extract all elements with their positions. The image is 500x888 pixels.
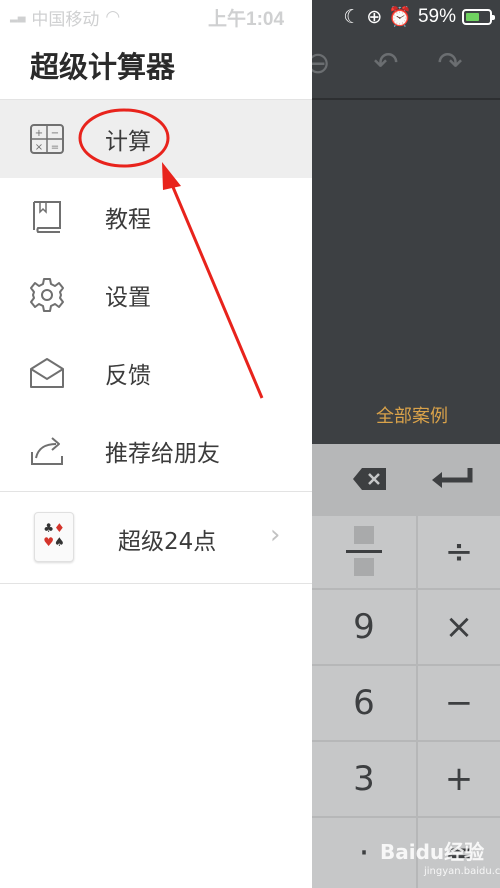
enter-icon[interactable] [428,462,478,496]
app-title: 超级计算器 [30,50,176,84]
status-right: ☾ ⊕ ⏰ 59% [343,2,495,32]
battery-nub [492,15,495,20]
game-label: 超级24点 [118,529,217,555]
navigation-drawer: ▂▄ 中国移动 ◠ 上午1:04 超级计算器 + − × = 计算 教程 设置 … [0,0,312,888]
keypad: ÷ 9 × 6 − 3 + · = [312,444,500,888]
divide-key[interactable]: ÷ [418,516,500,588]
menu-item-feedback[interactable]: 反馈 [0,334,312,412]
battery-percent: 59% [417,6,456,27]
display-divider [312,98,500,100]
alarm-icon: ⏰ [388,7,412,28]
nine-key[interactable]: 9 [312,590,416,664]
menu-item-share[interactable]: 推荐给朋友 [0,412,312,490]
status-left: ▂▄ 中国移动 ◠ [10,4,120,30]
redo-icon[interactable]: ↷ [430,44,470,84]
minus-key[interactable]: − [418,666,500,740]
book-icon [28,198,66,236]
divider [0,583,312,584]
backspace-icon[interactable] [350,462,390,496]
menu-item-settings[interactable]: 设置 [0,256,312,334]
svg-text:×: × [35,142,43,153]
chevron-right-icon: › [270,520,281,550]
menu-item-label: 设置 [105,285,151,311]
game-promo-row[interactable]: ♣♦ ♥♠ 超级24点 › [0,492,312,584]
moon-icon: ☾ [343,6,361,28]
menu-item-label: 推荐给朋友 [105,441,220,467]
fraction-key[interactable] [312,516,416,588]
menu-item-label: 计算 [105,129,151,155]
watermark: Baidu经验 [380,840,485,864]
multiply-key[interactable]: × [418,590,500,664]
three-key[interactable]: 3 [312,742,416,816]
battery-icon [462,9,495,25]
svg-text:−: − [51,128,59,139]
carrier-name: 中国移动 [31,9,100,30]
share-icon [28,432,66,470]
svg-text:+: + [35,128,43,139]
plus-key[interactable]: + [418,742,500,816]
battery-fill [466,13,479,21]
svg-text:=: = [51,142,59,153]
six-key[interactable]: 6 [312,666,416,740]
menu-item-tutorial[interactable]: 教程 [0,178,312,256]
rotation-lock-icon: ⊕ [366,6,383,28]
gear-icon [28,276,66,314]
playing-cards-icon: ♣♦ ♥♠ [34,512,74,562]
menu-item-label: 教程 [105,207,151,233]
envelope-icon [28,354,66,392]
undo-icon[interactable]: ↶ [366,44,406,84]
status-time: 上午1:04 [208,9,285,30]
menu-item-calculate[interactable]: + − × = 计算 [0,100,312,178]
all-cases-link[interactable]: 全部案例 [376,402,448,428]
menu-item-label: 反馈 [105,363,151,389]
signal-icon: ▂▄ [10,11,26,23]
calculator-icon: + − × = [28,120,66,158]
wifi-icon: ◠ [105,7,121,27]
watermark-sub: jingyan.baidu.com [424,866,500,877]
